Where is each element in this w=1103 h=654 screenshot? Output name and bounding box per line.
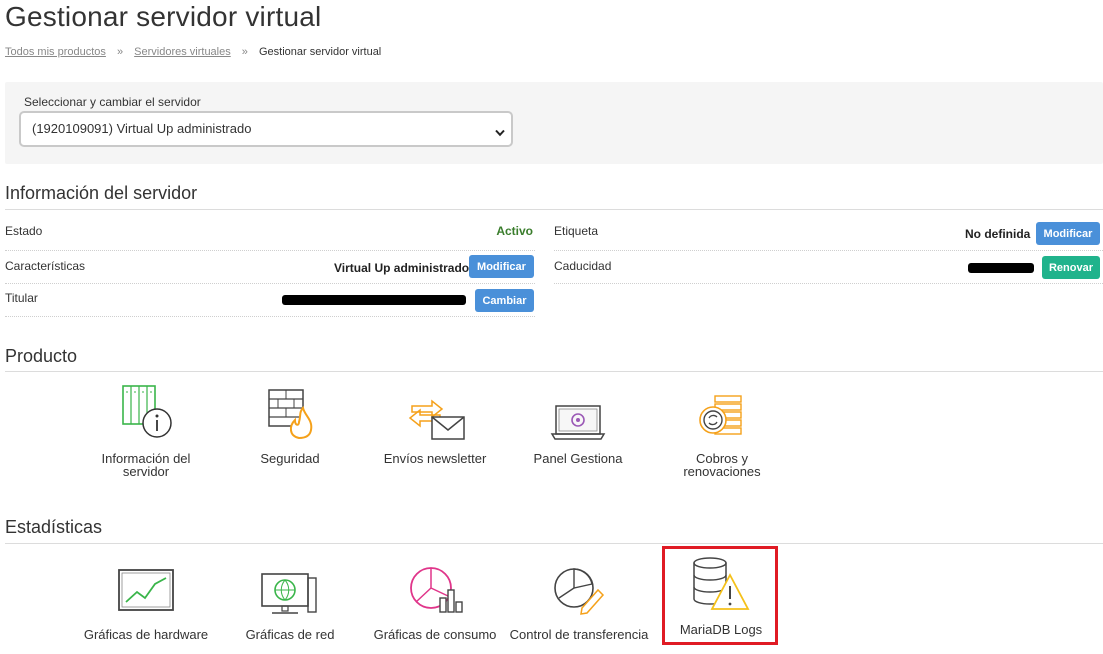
newsletter-icon: [408, 399, 465, 440]
server-selector-label: Seleccionar y cambiar el servidor: [24, 95, 201, 109]
breadcrumb-separator: »: [241, 46, 248, 58]
highlight-frame: [662, 546, 778, 645]
etiqueta-label: Etiqueta: [554, 224, 599, 238]
tile-label: Panel Gestiona: [533, 451, 623, 466]
etiqueta-value: No definida: [965, 227, 1031, 241]
tile-network-charts[interactable]: Gráficas de red: [237, 560, 343, 641]
tile-label: Gráficas de hardware: [83, 627, 209, 642]
tile-panel-gestiona[interactable]: Panel Gestiona: [528, 384, 628, 465]
server-select-value: (1920109091) Virtual Up administrado: [32, 121, 252, 136]
transfer-control-icon: [554, 568, 605, 615]
breadcrumb: Todos mis productos » Servidores virtual…: [5, 46, 381, 58]
caracteristicas-label: Características: [5, 259, 86, 273]
section-divider: [5, 371, 1103, 372]
titular-row: Titular Cambiar: [5, 284, 535, 317]
caducidad-label: Caducidad: [554, 259, 612, 273]
breadcrumb-current: Gestionar servidor virtual: [258, 46, 382, 58]
change-owner-button[interactable]: Cambiar: [475, 289, 534, 312]
caducidad-row: Caducidad Renovar: [554, 251, 1103, 284]
breadcrumb-separator: »: [116, 46, 124, 58]
tile-hardware-charts[interactable]: Gráficas de hardware: [82, 560, 210, 641]
caracteristicas-row: Características Virtual Up administrado …: [5, 251, 535, 284]
redacted-owner: [282, 295, 466, 305]
tile-label: Control de transferencia: [509, 627, 649, 642]
estado-label: Estado: [5, 224, 43, 238]
tile-label: Gráficas de consumo: [373, 627, 497, 642]
tile-label: Envíos newsletter: [383, 451, 487, 466]
tile-billing[interactable]: Cobros y renovaciones: [656, 384, 788, 478]
producto-title: Producto: [5, 346, 78, 366]
estadisticas-title: Estadísticas: [5, 517, 103, 537]
firewall-icon: [268, 389, 313, 440]
estado-row: Estado Activo: [5, 218, 535, 251]
tile-newsletter[interactable]: Envíos newsletter: [380, 384, 490, 465]
network-chart-icon: [261, 573, 317, 614]
server-select[interactable]: (1920109091) Virtual Up administrado: [19, 111, 513, 147]
tile-label: Cobros y renovaciones: [683, 451, 761, 479]
billing-icon: [699, 395, 742, 435]
tile-label: Gráficas de red: [245, 627, 335, 642]
chevron-down-icon: [495, 124, 505, 142]
modify-label-button[interactable]: Modificar: [1036, 222, 1100, 245]
tile-security[interactable]: Seguridad: [241, 384, 339, 465]
etiqueta-row: Etiqueta No definida Modificar: [554, 218, 1103, 251]
titular-label: Titular: [5, 291, 38, 305]
tile-consumption-charts[interactable]: Gráficas de consumo: [373, 560, 497, 641]
modify-plan-button[interactable]: Modificar: [469, 255, 534, 278]
tile-transfer-control[interactable]: Control de transferencia: [508, 560, 650, 641]
tile-server-info[interactable]: Información del servidor: [87, 384, 205, 478]
server-info-title: Información del servidor: [5, 183, 198, 203]
caracteristicas-value: Virtual Up administrado: [334, 261, 470, 275]
breadcrumb-all-products[interactable]: Todos mis productos: [5, 46, 106, 58]
status-badge: Activo: [496, 224, 533, 238]
tile-label: Seguridad: [260, 451, 320, 466]
renew-button[interactable]: Renovar: [1042, 256, 1100, 279]
server-selector-panel: Seleccionar y cambiar el servidor (19201…: [5, 82, 1103, 164]
laptop-panel-icon: [550, 405, 606, 440]
section-divider: [5, 543, 1103, 544]
server-info-icon: [122, 385, 172, 438]
consumption-chart-icon: [410, 567, 463, 613]
section-divider: [5, 209, 1103, 210]
hardware-chart-icon: [118, 569, 174, 611]
redacted-expiry-date: [968, 263, 1034, 273]
tile-label: Información del servidor: [101, 451, 191, 479]
breadcrumb-virtual-servers[interactable]: Servidores virtuales: [134, 46, 231, 58]
page-title: Gestionar servidor virtual: [5, 1, 322, 32]
